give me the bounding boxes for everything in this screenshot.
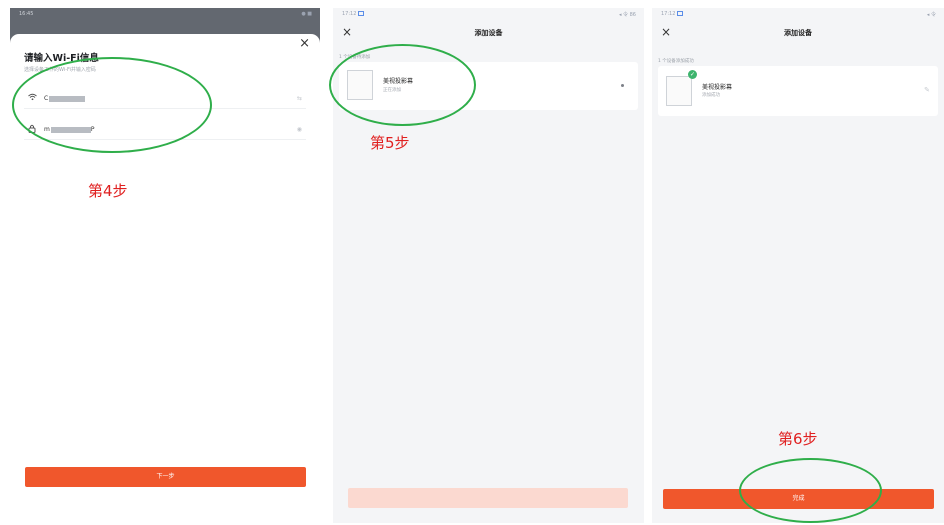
status-bar: 16:45 ● ■ xyxy=(10,8,320,22)
device-name: 美视投影幕 xyxy=(702,84,733,91)
step-label-4: 第4步 xyxy=(88,182,128,200)
status-time: 17:12 xyxy=(342,11,365,17)
status-time: 17:12 xyxy=(661,11,684,17)
tutorial-canvas: 16:45 ● ■ × 请输入Wi-Fi信息 选择设备工作的Wi-Fi并输入密码… xyxy=(0,0,944,525)
page-title: 添加设备 xyxy=(474,29,503,37)
step-label-6: 第6步 xyxy=(778,430,818,448)
check-icon: ✓ xyxy=(688,70,697,79)
annotation-circle-step4 xyxy=(12,57,212,153)
section-label: 1 个设备添加成功 xyxy=(658,59,694,64)
switch-network-icon[interactable]: ⇆ xyxy=(297,95,302,102)
status-time: 16:45 xyxy=(19,11,34,17)
annotation-circle-step6 xyxy=(739,458,882,523)
page-title: 添加设备 xyxy=(784,29,812,37)
status-icons: ◂ 令 xyxy=(926,12,936,18)
annotation-circle-step5 xyxy=(329,44,476,126)
edit-icon[interactable]: ✎ xyxy=(924,86,930,94)
status-bar: 17:12 ◂ 令 86 xyxy=(333,8,644,22)
done-button-disabled xyxy=(348,488,628,508)
eye-icon[interactable]: ◉ xyxy=(297,126,302,133)
close-icon[interactable]: × xyxy=(299,37,310,50)
device-status: 添加成功 xyxy=(702,93,720,98)
status-bar: 17:12 ◂ 令 xyxy=(652,8,944,22)
device-thumbnail xyxy=(666,76,692,106)
next-step-button[interactable]: 下一步 xyxy=(25,467,306,487)
status-icons: ● ■ xyxy=(301,11,312,17)
loading-indicator xyxy=(621,84,624,87)
status-icons: ◂ 令 86 xyxy=(618,12,636,18)
device-card[interactable]: ✓ 美视投影幕 添加成功 ✎ xyxy=(658,66,938,116)
step-label-5: 第5步 xyxy=(370,134,410,152)
